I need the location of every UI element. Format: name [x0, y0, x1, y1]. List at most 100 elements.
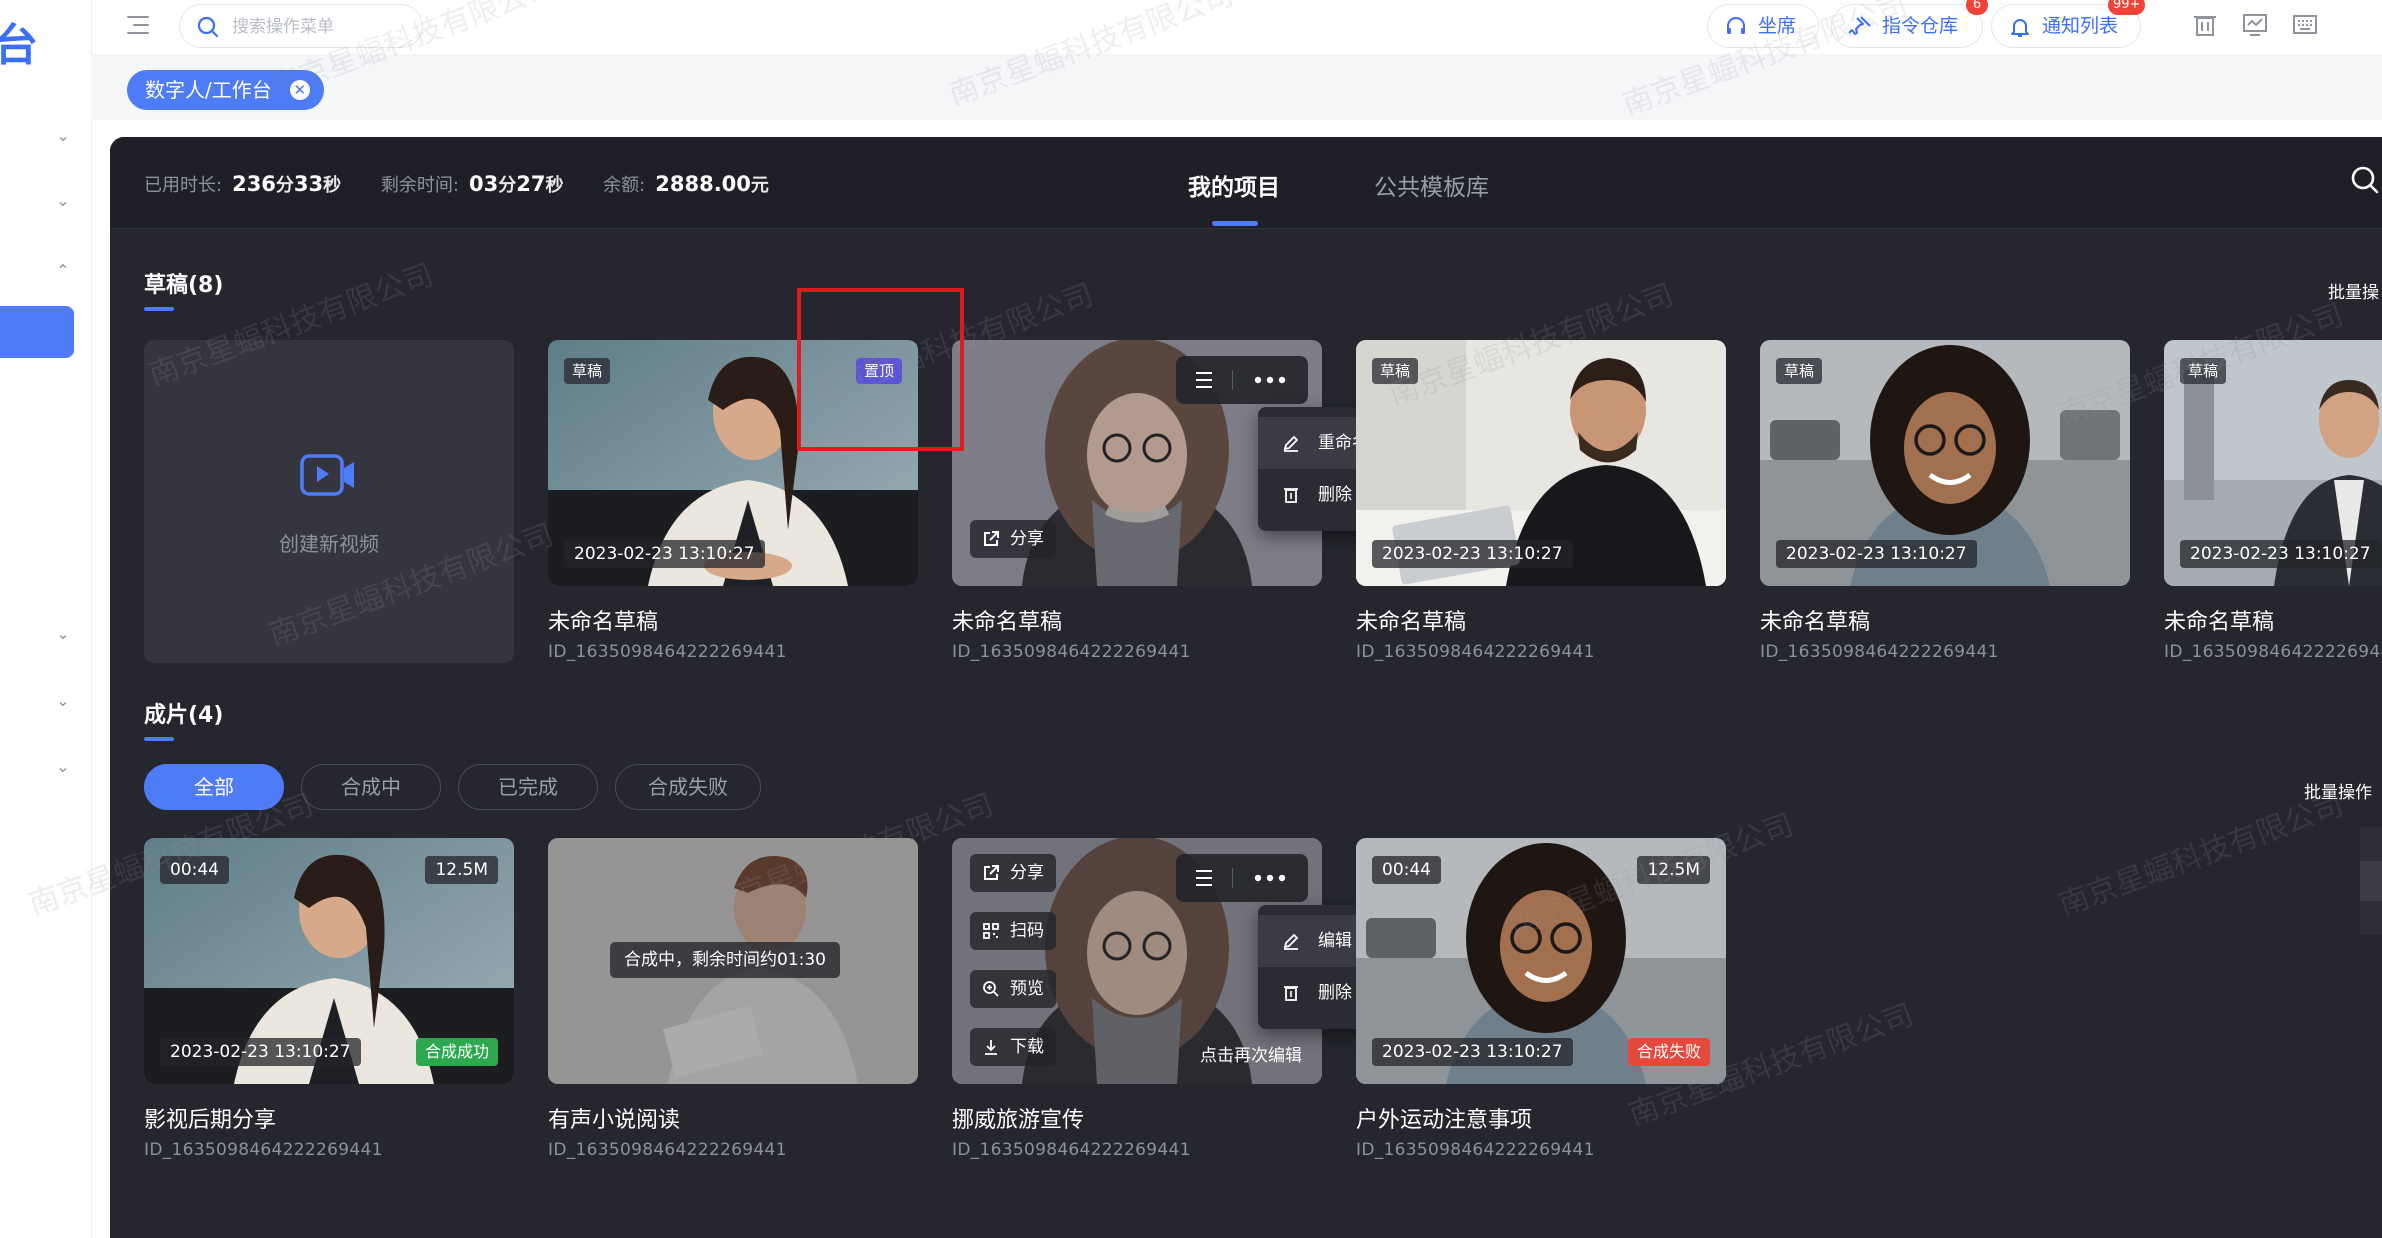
- qrcode-label: 扫码: [1010, 921, 1044, 941]
- used-seconds: 33: [293, 172, 324, 196]
- finished-batch-button[interactable]: 批量操作: [2304, 778, 2372, 803]
- notify-list-button[interactable]: 通知列表 99+: [1991, 0, 2146, 48]
- sidebar-item-active[interactable]: [0, 306, 74, 358]
- command-repo-button[interactable]: 指令仓库 6: [1831, 0, 1988, 48]
- search-icon[interactable]: [2350, 165, 2380, 195]
- preview-button[interactable]: 预览: [970, 970, 1056, 1008]
- finished-title: 成片(4): [144, 703, 224, 728]
- menu-collapse-icon[interactable]: [127, 14, 153, 36]
- chevron-down-icon[interactable]: ⌄: [54, 625, 72, 643]
- draft-id: ID_1635098464222269441: [1760, 642, 1999, 662]
- processing-progress: 合成中，剩余时间约01:30: [610, 942, 840, 978]
- tab-underline: [1212, 221, 1258, 226]
- zoom-icon: [983, 981, 999, 997]
- video-title: 有声小说阅读: [548, 1108, 681, 1133]
- draft-card[interactable]: 草稿 2023-02-23 13:10:27 未命名草稿 ID_16350984…: [1760, 340, 2130, 662]
- video-duration: 00:44: [1372, 856, 1441, 884]
- app-root: { "sidebar": { "logo_fragment": "台" }, "…: [0, 0, 2382, 1238]
- video-thumbnail[interactable]: 合成中，剩余时间约01:30: [548, 838, 918, 1084]
- draft-title: 未命名草稿: [548, 610, 659, 635]
- tab-my-projects[interactable]: 我的项目: [1188, 168, 1280, 202]
- chevron-down-icon[interactable]: ⌄: [54, 692, 72, 710]
- notify-badge: 99+: [2108, 0, 2146, 15]
- trash-icon[interactable]: [2191, 12, 2219, 38]
- share-label: 分享: [1010, 529, 1044, 549]
- chevron-down-icon[interactable]: ⌄: [54, 127, 72, 145]
- video-card[interactable]: 合成中，剩余时间约01:30 有声小说阅读 ID_163509846422226…: [548, 838, 918, 1160]
- menu-search-input[interactable]: [232, 15, 412, 39]
- top-header: 坐席 指令仓库 6 通知列表 99+: [93, 0, 2382, 54]
- share-button[interactable]: 分享: [970, 520, 1056, 558]
- filter-processing[interactable]: 合成中: [301, 764, 441, 810]
- card-controls: [1176, 854, 1308, 902]
- draft-thumbnail[interactable]: 草稿 2023-02-23 13:10:27: [1760, 340, 2130, 586]
- draft-card[interactable]: 草稿 2023-02-23 13:10:27 未命名草稿 ID_16350984…: [2164, 340, 2382, 662]
- seat-label: 坐席: [1758, 15, 1797, 37]
- more-icon[interactable]: [1254, 874, 1286, 882]
- chevron-down-icon[interactable]: ⌄: [54, 758, 72, 776]
- finished-underline: [144, 737, 174, 741]
- status-badge-success: 合成成功: [415, 1038, 498, 1066]
- page-tag-label: 数字人/工作台: [145, 78, 272, 102]
- balance-label: 余额:: [603, 175, 646, 196]
- controls-divider: [1232, 868, 1233, 888]
- video-id: ID_1635098464222269441: [1356, 1140, 1595, 1160]
- close-icon[interactable]: ✕: [289, 80, 310, 100]
- bell-icon: [2011, 19, 2029, 37]
- card-controls: [1176, 356, 1308, 404]
- video-date: 2023-02-23 13:10:27: [160, 1038, 361, 1066]
- menu-search-box[interactable]: [179, 4, 423, 48]
- reedit-hint[interactable]: 点击再次编辑: [1200, 1041, 1302, 1066]
- scroll-handle[interactable]: [2360, 827, 2382, 935]
- draft-thumbnail[interactable]: 草稿 2023-02-23 13:10:27: [2164, 340, 2382, 586]
- logo: 台: [0, 20, 38, 71]
- filter-all[interactable]: 全部: [144, 764, 284, 810]
- create-video-card[interactable]: 创建新视频: [144, 340, 514, 663]
- video-card[interactable]: 00:44 12.5M 2023-02-23 13:10:27 合成失败 户外运…: [1356, 838, 1726, 1160]
- filter-completed[interactable]: 已完成: [458, 764, 598, 810]
- tab-public-templates[interactable]: 公共模板库: [1374, 168, 1489, 202]
- status-badge-failed: 合成失败: [1627, 1038, 1710, 1066]
- workbench-panel: 已用时长: 236分33秒 剩余时间: 03分27秒 余额: 2888.00元 我的项…: [110, 137, 2382, 1238]
- drafts-batch-button[interactable]: 批量操: [2328, 278, 2379, 303]
- video-thumbnail[interactable]: 00:44 12.5M 2023-02-23 13:10:27 合成成功: [144, 838, 514, 1084]
- download-button[interactable]: 下载: [970, 1028, 1056, 1066]
- draft-title: 未命名草稿: [1356, 610, 1467, 635]
- draft-thumbnail[interactable]: 草稿 2023-02-23 13:10:27: [1356, 340, 1726, 586]
- draft-id: ID_163509846422226944: [2164, 642, 2382, 662]
- share-label: 分享: [1010, 863, 1044, 883]
- monitor-icon[interactable]: [2241, 12, 2269, 38]
- seat-button[interactable]: 坐席: [1707, 4, 1819, 48]
- video-thumbnail[interactable]: 00:44 12.5M 2023-02-23 13:10:27 合成失败: [1356, 838, 1726, 1084]
- headset-icon: [1727, 17, 1745, 34]
- qrcode-button[interactable]: 扫码: [970, 912, 1056, 950]
- used-minutes-unit: 分: [275, 175, 294, 196]
- remaining-time-label: 剩余时间:: [380, 175, 459, 196]
- draft-date: 2023-02-23 13:10:27: [1372, 540, 1573, 568]
- video-title: 影视后期分享: [144, 1108, 277, 1133]
- draft-card[interactable]: 草稿 2023-02-23 13:10:27 未命名草稿 ID_16350984…: [1356, 340, 1726, 662]
- balance-value: 2888.00元: [655, 172, 769, 196]
- drafts-underline: [144, 307, 174, 311]
- remaining-time: 剩余时间: 03分27秒: [380, 172, 564, 196]
- list-icon[interactable]: [1194, 868, 1214, 888]
- share-button[interactable]: 分享: [970, 854, 1056, 892]
- video-card[interactable]: 00:44 12.5M 2023-02-23 13:10:27 合成成功 影视后…: [144, 838, 514, 1160]
- keyboard-icon[interactable]: [2291, 12, 2319, 38]
- create-video-label: 创建新视频: [279, 532, 379, 556]
- more-icon[interactable]: [1254, 376, 1286, 384]
- draft-id: ID_1635098464222269441: [548, 642, 787, 662]
- sidebar: 台 ⌄ ⌄ ⌃ ⌄ ⌄ ⌄: [0, 0, 92, 1238]
- trash-icon: [1284, 986, 1298, 1001]
- scroll-thumb[interactable]: [2360, 861, 2382, 901]
- page-tab-strip: 数字人/工作台 ✕: [93, 54, 2382, 120]
- chevron-up-icon[interactable]: ⌃: [54, 262, 72, 280]
- balance: 余额: 2888.00元: [603, 172, 769, 196]
- filter-failed[interactable]: 合成失败: [615, 764, 761, 810]
- used-minutes: 236: [232, 172, 276, 196]
- chevron-down-icon[interactable]: ⌄: [54, 192, 72, 210]
- list-icon[interactable]: [1194, 370, 1214, 390]
- page-tag-workbench[interactable]: 数字人/工作台 ✕: [127, 70, 324, 110]
- video-id: ID_1635098464222269441: [144, 1140, 383, 1160]
- video-duration: 00:44: [160, 856, 229, 884]
